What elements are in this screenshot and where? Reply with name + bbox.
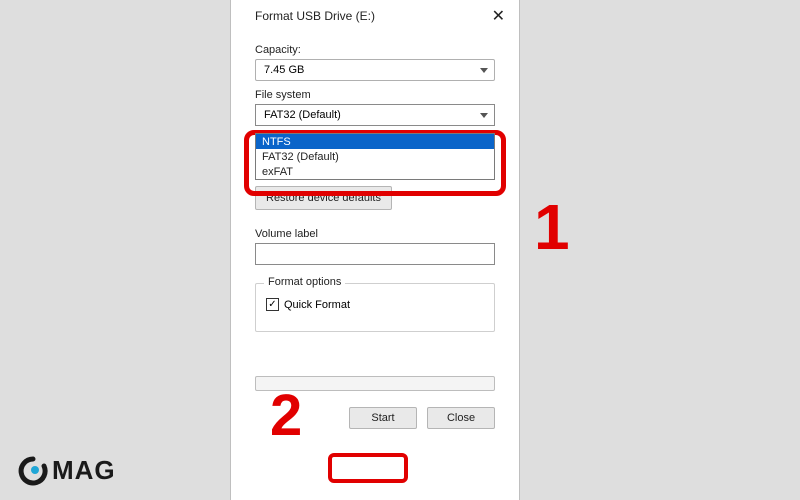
volume-label: Volume label	[255, 228, 499, 240]
filesystem-dropdown: NTFS FAT32 (Default) exFAT	[255, 133, 495, 180]
start-button[interactable]: Start	[349, 407, 417, 429]
close-icon[interactable]: ✕	[488, 6, 509, 26]
restore-defaults-button[interactable]: Restore device defaults	[255, 186, 392, 210]
logo-text: MAG	[52, 455, 116, 486]
filesystem-option-fat32[interactable]: FAT32 (Default)	[256, 149, 494, 164]
quick-format-label: Quick Format	[284, 299, 350, 311]
filesystem-select[interactable]: FAT32 (Default)	[255, 104, 495, 126]
capacity-value: 7.45 GB	[264, 64, 304, 76]
titlebar: Format USB Drive (E:) ✕	[231, 0, 519, 34]
filesystem-selected: FAT32 (Default)	[264, 109, 341, 121]
dialog-content: Capacity: 7.45 GB File system FAT32 (Def…	[231, 34, 519, 439]
capacity-select[interactable]: 7.45 GB	[255, 59, 495, 81]
filesystem-label: File system	[255, 89, 499, 101]
dialog-title: Format USB Drive (E:)	[255, 9, 375, 23]
page-canvas: Format USB Drive (E:) ✕ Capacity: 7.45 G…	[0, 0, 800, 500]
format-options-legend: Format options	[264, 276, 345, 288]
filesystem-option-exfat[interactable]: exFAT	[256, 164, 494, 179]
capacity-label: Capacity:	[255, 44, 499, 56]
format-options-group: Format options ✓ Quick Format	[255, 283, 495, 332]
filesystem-option-ntfs[interactable]: NTFS	[256, 134, 494, 149]
close-button[interactable]: Close	[427, 407, 495, 429]
quick-format-row[interactable]: ✓ Quick Format	[266, 298, 484, 311]
quick-format-checkbox[interactable]: ✓	[266, 298, 279, 311]
chevron-down-icon	[480, 113, 488, 118]
logo-icon	[18, 456, 48, 486]
callout-number-1: 1	[534, 190, 570, 264]
callout-number-2: 2	[270, 382, 302, 449]
chevron-down-icon	[480, 68, 488, 73]
filesystem-group: File system FAT32 (Default) NTFS FAT32 (…	[255, 89, 499, 126]
volume-label-input[interactable]	[255, 243, 495, 265]
brand-logo: MAG	[18, 455, 116, 486]
